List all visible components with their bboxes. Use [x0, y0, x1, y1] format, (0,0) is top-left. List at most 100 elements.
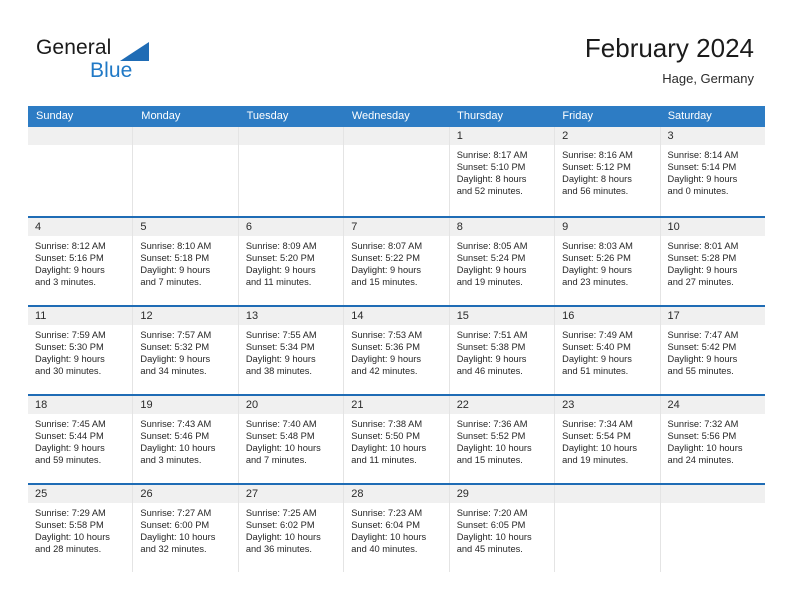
weekday-header-row: Sunday Monday Tuesday Wednesday Thursday Frid…: [28, 106, 765, 127]
sunrise-line: Sunrise: 7:27 AM: [140, 508, 212, 518]
sunset-line: Sunset: 5:38 PM: [456, 342, 526, 353]
day-cell[interactable]: 18 Sunrise: 7:45 AM Sunset: 5:44 PM Dayligh…: [28, 396, 134, 483]
sunrise-line: Sunrise: 8:01 AM: [667, 241, 739, 251]
day-cell[interactable]: 14 Sunrise: 7:53 AM Sunset: 5:36 PM Dayligh…: [344, 307, 450, 394]
day-details: Sunrise: 7:45 AM Sunset: 5:44 PM Daylight:…: [28, 414, 132, 466]
sunset-line: Sunset: 5:28 PM: [667, 253, 737, 264]
sunset-line: Sunset: 5:16 PM: [35, 253, 104, 264]
day-cell[interactable]: 1 Sunrise: 8:17 AM Sunset: 5:10 PM Daylight…: [449, 127, 556, 216]
sunset-line: Sunset: 5:12 PM: [562, 162, 631, 173]
daylight-line-1: Daylight: 10 hours: [351, 443, 427, 454]
day-cell[interactable]: 13 Sunrise: 7:55 AM Sunset: 5:34 PM Dayligh…: [238, 307, 345, 394]
daylight-line-2: and 42 minutes.: [351, 366, 418, 377]
daylight-line-2: and 28 minutes.: [35, 544, 102, 555]
day-cell[interactable]: 16 Sunrise: 7:49 AM Sunset: 5:40 PM Dayligh…: [555, 307, 661, 394]
sunrise-line: Sunrise: 7:29 AM: [35, 508, 106, 518]
day-number-band: [660, 485, 765, 503]
day-cell[interactable]: 17 Sunrise: 7:47 AM Sunset: 5:42 PM Dayligh…: [660, 307, 765, 394]
day-cell[interactable]: 2 Sunrise: 8:16 AM Sunset: 5:12 PM Daylight…: [555, 127, 661, 216]
day-cell[interactable]: 6 Sunrise: 8:09 AM Sunset: 5:20 PM Daylight…: [238, 218, 345, 305]
day-cell[interactable]: 8 Sunrise: 8:05 AM Sunset: 5:24 PM Daylight…: [449, 218, 556, 305]
day-number: 24: [667, 399, 680, 411]
daylight-line-2: and 34 minutes.: [140, 366, 207, 377]
daylight-line-1: Daylight: 10 hours: [351, 532, 427, 543]
day-cell[interactable]: 15 Sunrise: 7:51 AM Sunset: 5:38 PM Dayligh…: [449, 307, 556, 394]
daylight-line-2: and 15 minutes.: [351, 277, 418, 288]
sunrise-line: Sunrise: 7:36 AM: [456, 419, 528, 429]
day-number-band: 6: [238, 218, 344, 236]
day-cell[interactable]: 10 Sunrise: 8:01 AM Sunset: 5:28 PM Dayligh…: [660, 218, 765, 305]
daylight-line-1: Daylight: 9 hours: [456, 265, 527, 276]
sunrise-line: Sunrise: 7:25 AM: [245, 508, 317, 518]
sunrise-line: Sunrise: 7:20 AM: [456, 508, 528, 518]
day-details: Sunrise: 7:34 AM Sunset: 5:54 PM Daylight:…: [555, 414, 659, 466]
sunrise-line: Sunrise: 8:12 AM: [35, 241, 106, 251]
day-cell[interactable]: 3 Sunrise: 8:14 AM Sunset: 5:14 PM Daylight…: [660, 127, 765, 216]
day-number-band: 9: [555, 218, 660, 236]
sunrise-line: Sunrise: 7:38 AM: [351, 419, 423, 429]
day-cell[interactable]: 9 Sunrise: 8:03 AM Sunset: 5:26 PM Daylight…: [555, 218, 661, 305]
daylight-line-1: Daylight: 9 hours: [351, 265, 422, 276]
day-cell[interactable]: 23 Sunrise: 7:34 AM Sunset: 5:54 PM Dayligh…: [555, 396, 661, 483]
day-cell[interactable]: 28 Sunrise: 7:23 AM Sunset: 6:04 PM Dayligh…: [344, 485, 450, 572]
day-cell[interactable]: 5 Sunrise: 8:10 AM Sunset: 5:18 PM Daylight…: [133, 218, 239, 305]
daylight-line-1: Daylight: 8 hours: [562, 174, 632, 185]
daylight-line-2: and 40 minutes.: [351, 544, 418, 555]
day-number-band: 11: [28, 307, 133, 325]
day-number: 26: [140, 488, 153, 500]
sunrise-line: Sunrise: 7:47 AM: [667, 330, 739, 340]
daylight-line-1: Daylight: 9 hours: [351, 354, 422, 365]
daylight-line-2: and 38 minutes.: [245, 366, 312, 377]
day-details: Sunrise: 7:23 AM Sunset: 6:04 PM Daylight:…: [344, 503, 448, 555]
brand-logo[interactable]: General Blue: [36, 36, 256, 86]
day-cell[interactable]: 27 Sunrise: 7:25 AM Sunset: 6:02 PM Dayligh…: [238, 485, 345, 572]
sunrise-line: Sunrise: 8:17 AM: [456, 150, 528, 160]
weekday-header-wednesday: Wednesday: [351, 110, 410, 122]
location-subtitle: Hage, Germany: [662, 71, 754, 86]
day-cell[interactable]: 29 Sunrise: 7:20 AM Sunset: 6:05 PM Dayligh…: [449, 485, 556, 572]
daylight-line-2: and 55 minutes.: [667, 366, 734, 377]
daylight-line-1: Daylight: 10 hours: [562, 443, 638, 454]
daylight-line-1: Daylight: 9 hours: [140, 265, 211, 276]
daylight-line-1: Daylight: 9 hours: [245, 354, 316, 365]
day-details: Sunrise: 8:01 AM Sunset: 5:28 PM Daylight:…: [661, 236, 765, 288]
day-number: 19: [140, 399, 153, 411]
day-number: 9: [562, 221, 569, 233]
daylight-line-1: Daylight: 9 hours: [562, 354, 632, 365]
daylight-line-1: Daylight: 10 hours: [456, 443, 532, 454]
daylight-line-2: and 23 minutes.: [562, 277, 629, 288]
day-details: Sunrise: 7:51 AM Sunset: 5:38 PM Daylight:…: [450, 325, 554, 377]
day-cell[interactable]: 26 Sunrise: 7:27 AM Sunset: 6:00 PM Dayligh…: [133, 485, 239, 572]
daylight-line-1: Daylight: 9 hours: [35, 265, 105, 276]
day-cell-empty: [555, 485, 661, 572]
day-number-band: 17: [660, 307, 765, 325]
day-number-band: 13: [238, 307, 344, 325]
day-cell[interactable]: 21 Sunrise: 7:38 AM Sunset: 5:50 PM Dayligh…: [344, 396, 450, 483]
day-details: Sunrise: 7:36 AM Sunset: 5:52 PM Daylight:…: [450, 414, 554, 466]
day-cell[interactable]: 22 Sunrise: 7:36 AM Sunset: 5:52 PM Dayligh…: [449, 396, 556, 483]
sunset-line: Sunset: 5:32 PM: [140, 342, 210, 353]
day-cell[interactable]: 12 Sunrise: 7:57 AM Sunset: 5:32 PM Dayligh…: [133, 307, 239, 394]
daylight-line-2: and 24 minutes.: [667, 455, 734, 466]
day-number-band: [344, 127, 449, 145]
day-cell[interactable]: 11 Sunrise: 7:59 AM Sunset: 5:30 PM Dayligh…: [28, 307, 134, 394]
daylight-line-2: and 45 minutes.: [456, 544, 523, 555]
day-details: Sunrise: 8:07 AM Sunset: 5:22 PM Daylight:…: [344, 236, 448, 288]
sunrise-line: Sunrise: 7:34 AM: [562, 419, 633, 429]
day-cell[interactable]: 19 Sunrise: 7:43 AM Sunset: 5:46 PM Dayligh…: [133, 396, 239, 483]
daylight-line-1: Daylight: 9 hours: [35, 443, 105, 454]
day-cell-empty: [344, 127, 450, 216]
day-number-band: 29: [449, 485, 555, 503]
day-number-band: [28, 127, 133, 145]
day-cell[interactable]: 25 Sunrise: 7:29 AM Sunset: 5:58 PM Dayligh…: [28, 485, 134, 572]
day-details: Sunrise: 8:16 AM Sunset: 5:12 PM Daylight:…: [555, 145, 659, 197]
day-cell[interactable]: 20 Sunrise: 7:40 AM Sunset: 5:48 PM Dayligh…: [238, 396, 345, 483]
daylight-line-2: and 59 minutes.: [35, 455, 102, 466]
day-number: 28: [351, 488, 364, 500]
day-cell[interactable]: 4 Sunrise: 8:12 AM Sunset: 5:16 PM Daylight…: [28, 218, 134, 305]
day-cell[interactable]: 7 Sunrise: 8:07 AM Sunset: 5:22 PM Daylight…: [344, 218, 450, 305]
day-number-band: 18: [28, 396, 133, 414]
day-number-band: 24: [660, 396, 765, 414]
day-cell[interactable]: 24 Sunrise: 7:32 AM Sunset: 5:56 PM Dayligh…: [660, 396, 765, 483]
day-details: Sunrise: 7:49 AM Sunset: 5:40 PM Daylight:…: [555, 325, 659, 377]
